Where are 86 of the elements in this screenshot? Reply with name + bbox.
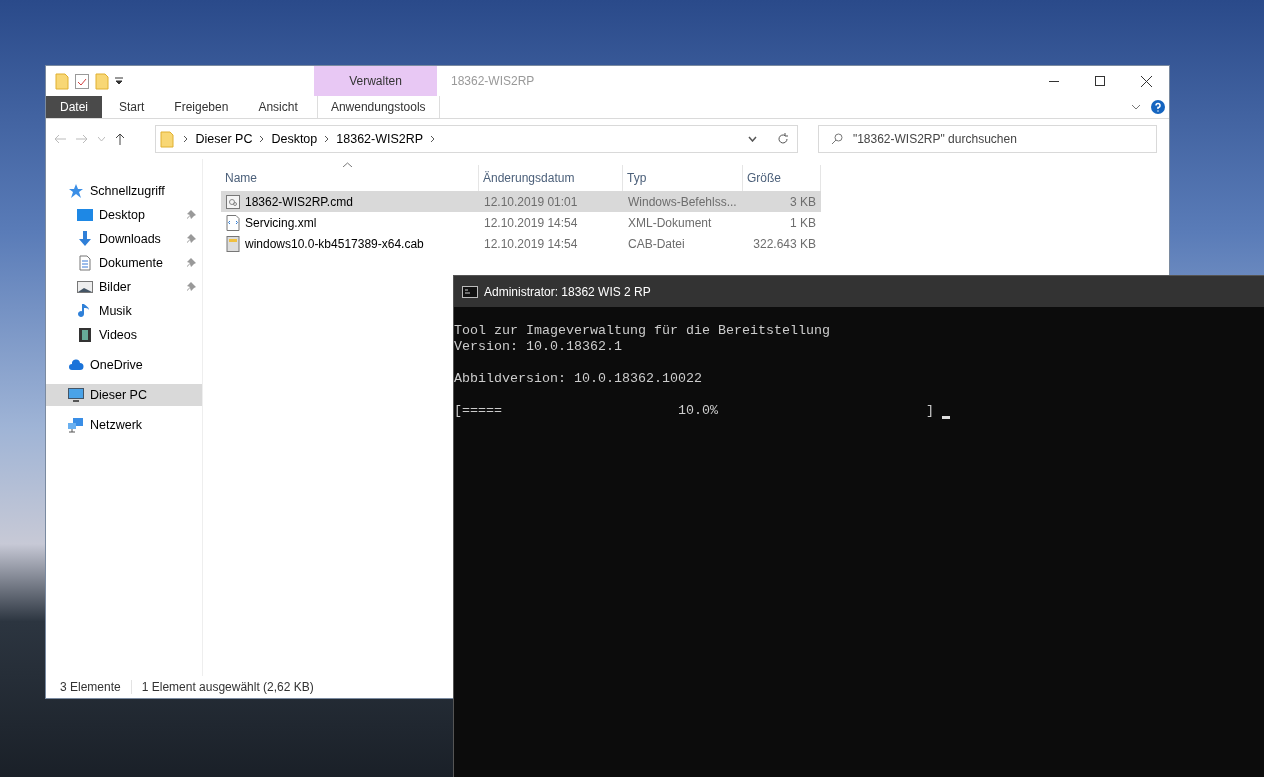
sidebar-item[interactable]: Bilder — [46, 276, 202, 298]
ribbon-tab[interactable]: Datei — [46, 96, 102, 118]
window-title: 18362-WIS2RP — [451, 74, 536, 88]
sidebar-item[interactable]: Videos — [46, 324, 202, 346]
sidebar-item[interactable]: Dokumente — [46, 252, 202, 274]
sidebar-item[interactable]: Netzwerk — [46, 414, 202, 436]
file-row[interactable]: Servicing.xml 12.10.2019 14:54 XML-Dokument 1 KB — [221, 212, 821, 233]
file-name: windows10.0-kb4517389-x64.cab — [221, 233, 479, 254]
dropdown-chevron-icon[interactable] — [747, 136, 757, 142]
search-field[interactable]: "18362-WIS2RP" durchsuchen — [817, 125, 1157, 153]
download-icon — [77, 231, 93, 247]
date-cell-text: 12.10.2019 14:54 — [483, 214, 579, 232]
file-row[interactable]: 18362-WIS2RP.cmd 12.10.2019 01:01 Windows-Befehlss... 3 KB — [221, 191, 821, 212]
sidebar-label: Netzwerk — [90, 418, 144, 432]
sidebar-label: Bilder — [99, 280, 132, 294]
breadcrumb[interactable]: 18362-WIS2RP — [332, 132, 428, 146]
star-icon — [68, 183, 84, 199]
size-cell-text: 322.643 KB — [752, 235, 817, 253]
console-line: Tool zur Imageverwaltung für die Bereitstellung — [454, 323, 830, 339]
text-cursor-icon — [941, 416, 950, 419]
sidebar-item[interactable]: Downloads — [46, 228, 202, 250]
up-arrow-icon[interactable] — [115, 133, 125, 145]
date-cell-text: 12.10.2019 01:01 — [483, 193, 579, 211]
folder-icon — [55, 72, 69, 90]
file-name: Servicing.xml — [221, 212, 479, 233]
console-icon — [462, 285, 478, 298]
sidebar-label: Downloads — [99, 232, 162, 246]
film-icon — [77, 327, 93, 343]
sidebar-label: Desktop — [99, 208, 146, 222]
console-line: Abbildversion: 10.0.18362.10022 — [454, 371, 702, 387]
computer-icon — [68, 387, 84, 403]
xml-file-icon — [226, 214, 240, 231]
ribbon-tab[interactable]: Freigeben — [161, 96, 242, 118]
chevron-icon — [183, 135, 189, 143]
ribbon-tab[interactable]: Start — [106, 96, 158, 118]
sidebar-label: Dokumente — [99, 256, 164, 270]
type-cell-text: Windows-Befehlss... — [627, 193, 738, 211]
minimize-icon — [1049, 80, 1059, 82]
folder-icon — [160, 130, 175, 148]
sidebar-label: OneDrive — [90, 358, 144, 372]
status-text: 1 Element ausgewählt (2,62 KB) — [141, 680, 314, 694]
type-cell-text: XML-Dokument — [627, 214, 713, 232]
cloud-icon — [68, 357, 84, 373]
sidebar-item[interactable]: Schnellzugriff — [46, 180, 202, 202]
console-line: Version: 10.0.18362.1 — [454, 339, 622, 355]
breadcrumb[interactable]: Desktop — [267, 132, 322, 146]
sidebar-item[interactable]: Musik — [46, 300, 202, 322]
new-folder-icon — [95, 72, 109, 90]
console-title: Administrator: 18362 WIS 2 RP — [484, 284, 651, 299]
size-cell-text: 1 KB — [789, 214, 817, 232]
chevron-icon — [430, 135, 436, 143]
gear-file-icon — [226, 193, 240, 210]
properties-icon[interactable] — [75, 73, 89, 89]
type-cell-text: CAB-Datei — [627, 235, 686, 253]
breadcrumb[interactable]: Dieser PC — [191, 132, 257, 146]
sidebar-item[interactable]: Dieser PC — [46, 384, 202, 406]
expand-ribbon-icon[interactable] — [1131, 104, 1141, 110]
search-icon — [830, 133, 843, 145]
sidebar-label: Musik — [99, 304, 133, 318]
close-icon — [1140, 75, 1152, 87]
chevron-icon — [259, 135, 265, 143]
desktop-icon — [77, 207, 93, 223]
document-icon — [77, 255, 93, 271]
dropdown-icon[interactable] — [115, 77, 123, 85]
address-bar[interactable]: Dieser PC Desktop 18362-WIS2RP — [155, 125, 798, 153]
context-tab-header: Verwalten — [314, 66, 437, 96]
refresh-icon[interactable] — [776, 133, 789, 145]
sidebar-item[interactable]: OneDrive — [46, 354, 202, 376]
sidebar-label: Videos — [99, 328, 138, 342]
console-line: [===== 10.0% ] — [454, 403, 934, 419]
sidebar-label: Schnellzugriff — [90, 184, 166, 198]
status-text: 3 Elemente — [60, 680, 121, 694]
date-cell-text: 12.10.2019 14:54 — [483, 235, 579, 253]
chevron-icon — [324, 135, 330, 143]
file-row[interactable]: windows10.0-kb4517389-x64.cab 12.10.2019 14:54 CAB-Datei 322.643 KB — [221, 233, 821, 254]
ribbon-tab[interactable]: Anwendungstools — [316, 96, 440, 118]
help-icon[interactable] — [1151, 100, 1165, 114]
network-icon — [68, 417, 84, 433]
sidebar-label: Dieser PC — [90, 388, 148, 402]
picture-icon — [77, 279, 93, 295]
size-cell-text: 3 KB — [789, 193, 817, 211]
sidebar-item[interactable]: Desktop — [46, 204, 202, 226]
file-name: 18362-WIS2RP.cmd — [221, 191, 479, 212]
archive-file-icon — [226, 235, 240, 252]
maximize-icon — [1095, 76, 1105, 86]
ribbon-tab[interactable]: Ansicht — [245, 96, 311, 118]
